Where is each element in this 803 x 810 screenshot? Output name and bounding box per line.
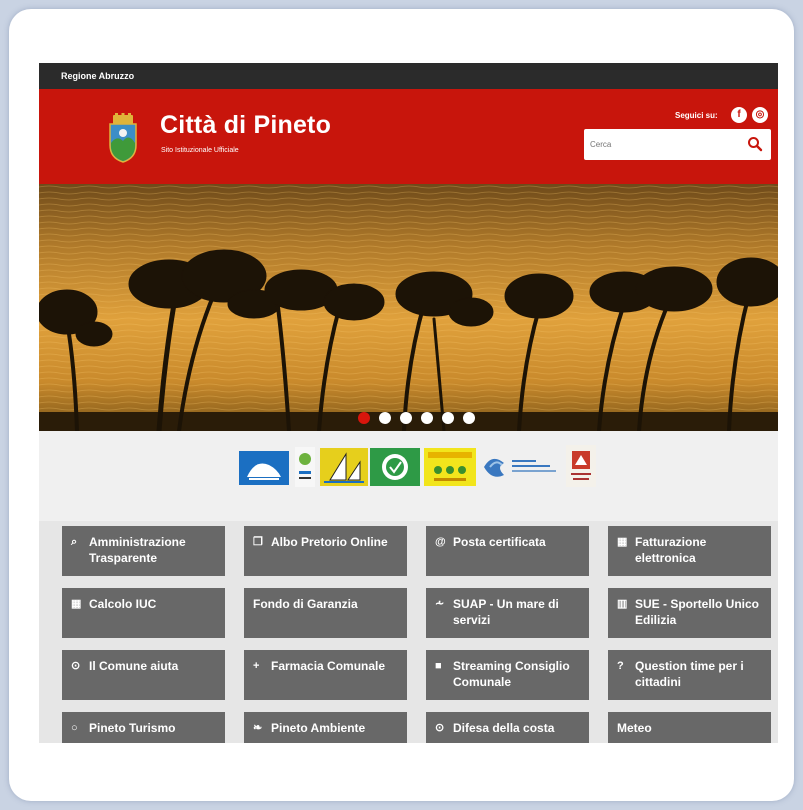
coat-of-arms-logo[interactable] xyxy=(105,113,141,163)
tile-label: Amministrazione Trasparente xyxy=(89,535,186,565)
tile-pineto-ambiente[interactable]: ❧ Pineto Ambiente xyxy=(244,712,407,743)
blue-flag-badge[interactable] xyxy=(239,451,289,485)
tile-farmacia-comunale[interactable]: + Farmacia Comunale xyxy=(244,650,407,700)
calculator-icon: ▦ xyxy=(617,536,628,548)
calculator-icon: ▦ xyxy=(71,598,82,610)
facebook-icon[interactable]: f xyxy=(731,107,747,123)
heritage-badge[interactable] xyxy=(566,445,596,487)
tile-label: Calcolo IUC xyxy=(89,597,157,611)
tile-label: SUE - Sportello Unico Edilizia xyxy=(635,597,760,627)
torre-cerrano-badge[interactable] xyxy=(482,451,562,483)
region-link[interactable]: Regione Abruzzo xyxy=(61,71,134,81)
plus-icon: + xyxy=(253,660,260,672)
book-icon: ▥ xyxy=(617,598,628,610)
at-icon: @ xyxy=(435,536,446,548)
search-icon[interactable] xyxy=(747,136,763,152)
tile-label: Difesa della costa xyxy=(453,721,555,735)
green-flag-badge[interactable] xyxy=(370,448,420,486)
tile-meteo[interactable]: Meteo xyxy=(608,712,771,743)
sailing-badge[interactable] xyxy=(320,448,368,486)
search-icon: ⌕ xyxy=(71,536,78,548)
tile-fondo-di-garanzia[interactable]: Fondo di Garanzia xyxy=(244,588,407,638)
tile-label: Streaming Consiglio Comunale xyxy=(453,659,570,689)
tile-label: Fondo di Garanzia xyxy=(253,597,358,611)
website-window: Regione Abruzzo Città di Pineto Sito Ist… xyxy=(39,63,778,743)
tile-label: Meteo xyxy=(617,721,652,735)
tile-label: Farmacia Comunale xyxy=(271,659,386,673)
tile-label: SUAP - Un mare di servizi xyxy=(453,597,559,627)
tile-posta-certificata[interactable]: @ Posta certificata xyxy=(426,526,589,576)
slider-dot[interactable] xyxy=(400,412,412,424)
search-input[interactable] xyxy=(584,129,734,160)
legambiente-badge[interactable] xyxy=(424,448,476,486)
tile-sue[interactable]: ▥ SUE - Sportello Unico Edilizia xyxy=(608,588,771,638)
hero-slider[interactable] xyxy=(39,184,778,431)
services-grid: ⌕ Amministrazione Trasparente ❐ Albo Pre… xyxy=(39,521,778,743)
document-icon: ❐ xyxy=(253,536,263,548)
site-header: Città di Pineto Sito Istituzionale Uffic… xyxy=(39,89,778,184)
tile-il-comune-aiuta[interactable]: ⊙ Il Comune aiuta xyxy=(62,650,225,700)
tile-question-time[interactable]: ? Question time per i cittadini xyxy=(608,650,771,700)
tile-pineto-turismo[interactable]: ○ Pineto Turismo xyxy=(62,712,225,743)
slider-dot[interactable] xyxy=(379,412,391,424)
slider-dot[interactable] xyxy=(421,412,433,424)
tile-fatturazione-elettronica[interactable]: ▦ Fatturazione elettronica xyxy=(608,526,771,576)
circle-icon: ○ xyxy=(71,722,78,734)
lifebuoy-icon: ⊙ xyxy=(71,660,81,672)
hero-image xyxy=(39,184,778,431)
tile-label: Fatturazione elettronica xyxy=(635,535,707,565)
site-title[interactable]: Città di Pineto xyxy=(160,111,331,140)
tile-suap[interactable]: ⩪ SUAP - Un mare di servizi xyxy=(426,588,589,638)
top-bar: Regione Abruzzo xyxy=(39,63,778,89)
tile-label: Pineto Ambiente xyxy=(271,721,366,735)
tile-label: Il Comune aiuta xyxy=(89,659,179,673)
tile-calcolo-iuc[interactable]: ▦ Calcolo IUC xyxy=(62,588,225,638)
leaf-icon: ❧ xyxy=(253,722,263,734)
rss-icon[interactable]: ◎ xyxy=(752,107,768,123)
tile-albo-pretorio[interactable]: ❐ Albo Pretorio Online xyxy=(244,526,407,576)
video-icon: ■ xyxy=(435,660,442,672)
slider-dot[interactable] xyxy=(358,412,370,424)
lifebuoy-icon: ⊙ xyxy=(435,722,445,734)
share-icon: ⩪ xyxy=(435,598,445,610)
tile-label: Posta certificata xyxy=(453,535,546,549)
fee-badge[interactable] xyxy=(295,447,315,487)
tile-label: Question time per i cittadini xyxy=(635,659,744,689)
tile-streaming-consiglio[interactable]: ■ Streaming Consiglio Comunale xyxy=(426,650,589,700)
tile-difesa-della-costa[interactable]: ⊙ Difesa della costa xyxy=(426,712,589,743)
site-subtitle: Sito Istituzionale Ufficiale xyxy=(161,147,239,154)
search-box xyxy=(584,129,771,160)
partner-logos-strip xyxy=(39,431,778,521)
tile-amministrazione-trasparente[interactable]: ⌕ Amministrazione Trasparente xyxy=(62,526,225,576)
slider-dot[interactable] xyxy=(463,412,475,424)
tile-label: Pineto Turismo xyxy=(89,721,176,735)
tile-label: Albo Pretorio Online xyxy=(271,535,388,549)
slider-dot[interactable] xyxy=(442,412,454,424)
follow-us-label: Seguici su: xyxy=(675,111,718,120)
question-icon: ? xyxy=(617,660,624,672)
